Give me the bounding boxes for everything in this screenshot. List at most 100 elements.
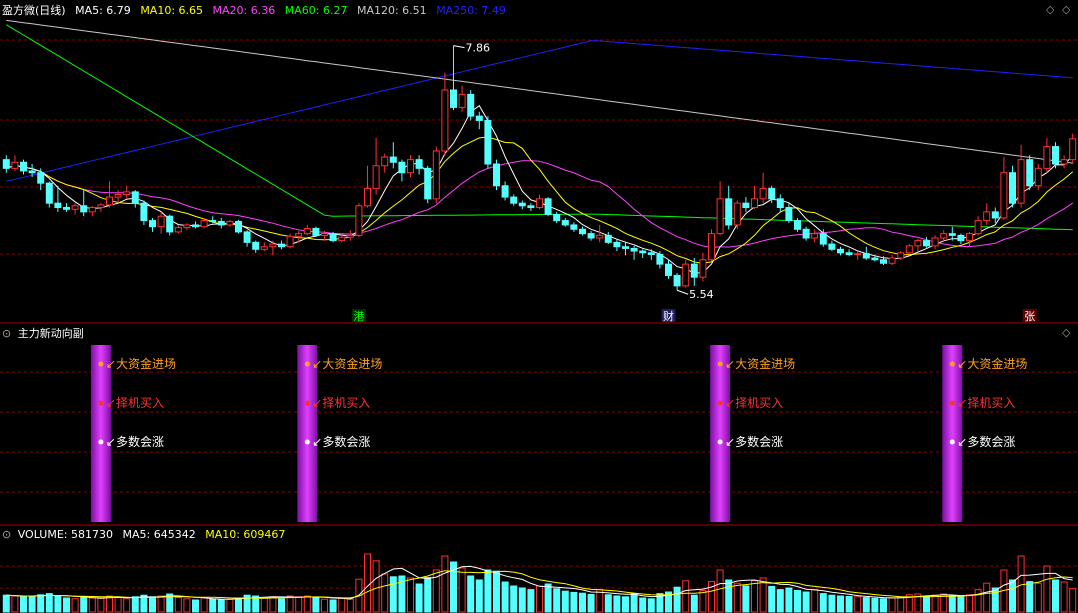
candle-body bbox=[914, 240, 922, 247]
candle-body bbox=[123, 191, 131, 195]
volume-bar bbox=[20, 596, 27, 613]
signal-dot bbox=[949, 400, 955, 406]
volume-bar bbox=[699, 589, 707, 613]
volume-bar bbox=[415, 583, 423, 613]
signal-label: ↙多数会涨 bbox=[312, 434, 370, 449]
volume-bar bbox=[131, 596, 139, 613]
candle-body bbox=[312, 227, 320, 236]
candle-body bbox=[1069, 138, 1077, 161]
volume-bar bbox=[819, 593, 827, 613]
candle-body bbox=[372, 165, 380, 189]
candle-body bbox=[837, 248, 844, 254]
gear-icon[interactable]: ⊙ bbox=[2, 327, 11, 340]
candle-body bbox=[811, 233, 819, 239]
candle-body bbox=[880, 259, 887, 264]
collapse-diamond-icon[interactable]: ◇ bbox=[1062, 3, 1070, 16]
gear-icon[interactable]: ⊙ bbox=[2, 528, 11, 541]
volume-bar bbox=[269, 596, 277, 613]
volume-bar bbox=[948, 595, 956, 613]
candle-body bbox=[20, 161, 27, 172]
candle-body bbox=[28, 170, 36, 174]
volume-bar bbox=[733, 582, 741, 613]
volume-bar bbox=[880, 598, 887, 613]
candle-body bbox=[536, 198, 543, 209]
volume-bar bbox=[174, 597, 182, 613]
volume-bar bbox=[862, 597, 870, 613]
candle-body bbox=[450, 89, 457, 108]
candle-body bbox=[424, 167, 432, 200]
indicator-diamond-icon[interactable]: ◇ bbox=[1062, 326, 1070, 339]
signal-dot bbox=[717, 361, 723, 367]
signal-label: ↙多数会涨 bbox=[106, 434, 164, 449]
candle-body bbox=[948, 233, 956, 236]
candle-body bbox=[217, 220, 225, 226]
candle-body bbox=[759, 187, 767, 200]
candle-body bbox=[1026, 159, 1034, 187]
candle-body bbox=[11, 161, 19, 169]
expand-diamond-icon[interactable]: ◇ bbox=[1046, 3, 1054, 16]
volume-bar bbox=[553, 588, 561, 613]
signal-dot bbox=[949, 439, 955, 445]
high-price-label: 7.86 bbox=[466, 42, 491, 55]
volume-bar bbox=[1060, 581, 1068, 613]
candle-body bbox=[286, 235, 294, 248]
signal-dot bbox=[98, 439, 104, 445]
signal-label: ↙择机买入 bbox=[725, 396, 783, 410]
candle-body bbox=[140, 202, 148, 222]
candle-body bbox=[630, 247, 638, 252]
candle-body bbox=[940, 233, 948, 239]
candle-body bbox=[381, 156, 389, 167]
volume-bar bbox=[389, 576, 397, 613]
candle-body bbox=[1034, 167, 1042, 187]
candle-body bbox=[785, 207, 793, 222]
candle-body bbox=[673, 274, 681, 287]
volume-bar bbox=[518, 587, 526, 613]
volume-bar bbox=[931, 594, 939, 613]
volume-bar bbox=[811, 589, 819, 613]
volume-bar bbox=[97, 597, 105, 613]
candle-body bbox=[768, 187, 776, 200]
volume-bar bbox=[854, 596, 862, 613]
candle-body bbox=[432, 150, 440, 200]
volume-bar bbox=[690, 594, 698, 613]
candle-body bbox=[106, 196, 113, 206]
ma250-legend: MA250: 7.49 bbox=[436, 4, 506, 17]
volume-bar bbox=[837, 595, 844, 613]
volume-bar bbox=[673, 586, 681, 613]
signal-label: ↙多数会涨 bbox=[957, 434, 1015, 449]
candle-body bbox=[1043, 146, 1051, 169]
volume-bar bbox=[260, 597, 268, 613]
indicator-title: 主力新动向副 bbox=[17, 327, 84, 340]
annotation-leader bbox=[676, 289, 689, 295]
volume-bar bbox=[37, 594, 45, 613]
volume-bar bbox=[966, 594, 973, 613]
candle-body bbox=[389, 156, 397, 163]
candle-body bbox=[983, 211, 991, 222]
candle-body bbox=[794, 220, 801, 230]
candle-body bbox=[226, 220, 234, 226]
volume-bar bbox=[794, 589, 801, 613]
candle-body bbox=[708, 233, 715, 261]
volume-bar bbox=[570, 591, 578, 613]
volume-bar bbox=[776, 589, 784, 613]
candle-body bbox=[269, 243, 277, 248]
grid-lines bbox=[0, 39, 1078, 589]
volume-bar bbox=[329, 599, 337, 613]
candle-body bbox=[742, 202, 750, 209]
volume-bar bbox=[106, 595, 113, 613]
volume-bar bbox=[1069, 588, 1077, 613]
candle-body bbox=[355, 205, 363, 236]
volume-bar bbox=[183, 598, 191, 613]
candle-body bbox=[2, 159, 10, 169]
signal-dot bbox=[98, 400, 104, 406]
volume-bar bbox=[716, 569, 724, 613]
ma5-legend: MA5: 6.79 bbox=[75, 4, 131, 17]
candle-body bbox=[665, 263, 672, 276]
candle-body bbox=[467, 93, 475, 117]
candle-body bbox=[819, 233, 827, 245]
event-markers: 港财张 bbox=[351, 309, 1037, 323]
candle-body bbox=[174, 227, 182, 233]
event-marker-label: 张 bbox=[1024, 310, 1035, 323]
candle-body bbox=[751, 198, 758, 209]
volume-bar bbox=[510, 585, 518, 613]
